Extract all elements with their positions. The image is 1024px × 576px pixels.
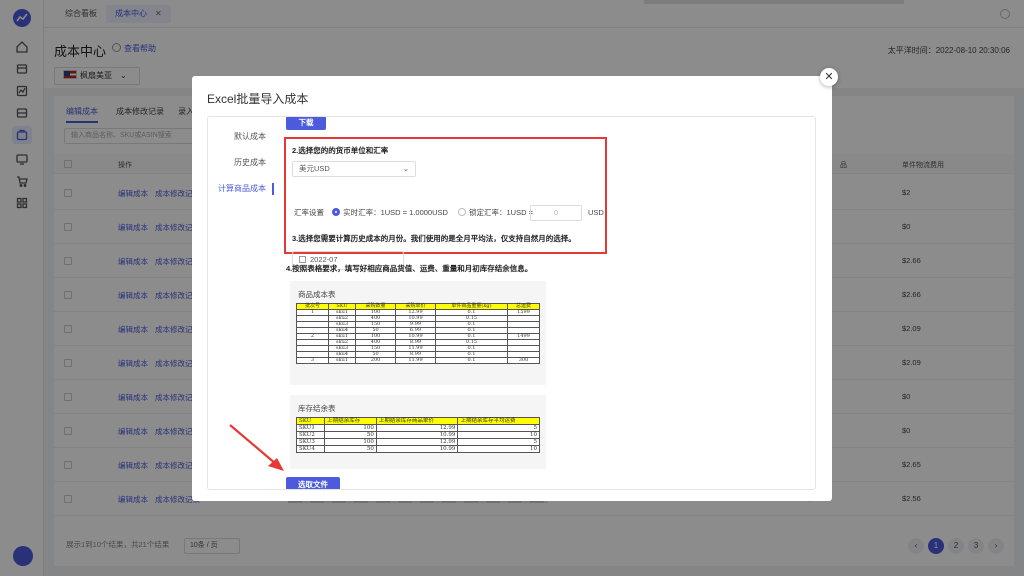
cost-table-panel: 商品成本表 批次号 SKU 采购数量 采购单价 单件商品重量(kg) 总运费 1… (290, 281, 546, 385)
cell: SKU4 (295, 445, 326, 453)
cell: 3 (296, 357, 329, 364)
menu-history-cost[interactable]: 历史成本 (234, 157, 266, 168)
modal-title: Excel批量导入成本 (207, 92, 309, 106)
cell: SKU (295, 417, 326, 425)
stock-table-title: 库存结余表 (298, 404, 336, 413)
menu-calc-cost[interactable]: 计算商品成本 (218, 183, 266, 194)
cell: 50 (324, 445, 377, 453)
cell: 50 (324, 431, 377, 439)
table-row: SKU1 100 12.99 5 (295, 424, 540, 432)
currency-select[interactable]: 美元USD ⌄ (292, 161, 416, 177)
red-arrow-annotation (229, 424, 284, 471)
cell: 100 (324, 438, 377, 446)
cell: SKU2 (295, 431, 326, 439)
radio-off-icon (458, 208, 467, 216)
cell: 300 (507, 357, 540, 364)
excel-import-modal: Excel批量导入成本 默认成本 历史成本 计算商品成本 下载 2.选择您的的货… (192, 76, 832, 501)
chevron-down-icon: ⌄ (402, 164, 409, 173)
cell: SKU1 (295, 424, 326, 432)
radio-on-icon (332, 208, 341, 216)
upload-file-button[interactable]: 选取文件 (286, 477, 340, 489)
modal-body: 默认成本 历史成本 计算商品成本 下载 2.选择您的的货币单位和汇率 美元USD… (207, 116, 816, 490)
fx-fixed-radio[interactable]: 锁定汇率：1USD = (458, 208, 533, 217)
cell: 10.99 (375, 431, 459, 439)
fx-live-label: 实时汇率：1USD = 1.0000USD (343, 208, 448, 217)
modal-close-button[interactable]: ✕ (820, 68, 838, 86)
cost-table-title: 商品成本表 (298, 290, 336, 299)
cell: 12.99 (375, 438, 459, 446)
cell: 10 (457, 445, 540, 453)
step2-label: 2.选择您的的货币单位和汇率 (292, 146, 389, 155)
cell: SKU3 (295, 438, 326, 446)
table-row: SKU3 100 12.99 5 (295, 438, 540, 446)
cell: 上期结余库存平均运费 (457, 417, 540, 425)
fx-fixed-label: 锁定汇率：1USD = (469, 208, 533, 217)
cell: 10.99 (375, 445, 459, 453)
active-menu-indicator (272, 183, 274, 195)
cell: 200 (355, 357, 397, 364)
cell: 0.1 (434, 357, 509, 364)
cell: 上期结余库存 (324, 417, 377, 425)
step4-label: 4.按照表格要求，填写好相应商品货值、运费、重量和月初库存结余信息。 (286, 264, 533, 273)
table-row: 3 sku1 200 11.99 0.1 300 (296, 357, 540, 364)
step3-label: 3.选择您需要计算历史成本的月份。我们使用的是全月平均法，仅支持自然月的选择。 (292, 234, 576, 243)
fx-live-radio[interactable]: 实时汇率：1USD = 1.0000USD (332, 208, 448, 217)
stock-table-sample: SKU 上期结余库存 上期结余库存商品单价 上期结余库存平均运费 SKU1 100… (295, 417, 540, 453)
cell: 11.99 (395, 357, 436, 364)
cell: 10 (457, 431, 540, 439)
cell: 上期结余库存商品单价 (375, 417, 459, 425)
cell: 100 (324, 424, 377, 432)
calendar-icon (299, 256, 306, 263)
cell: sku1 (327, 357, 357, 364)
download-button[interactable]: 下载 (286, 117, 326, 130)
menu-default-cost[interactable]: 默认成本 (234, 131, 266, 142)
table-row: SKU 上期结余库存 上期结余库存商品单价 上期结余库存平均运费 (295, 417, 540, 425)
cost-table-sample: 批次号 SKU 采购数量 采购单价 单件商品重量(kg) 总运费 1 sku1 10… (296, 303, 540, 364)
cell: 12.99 (375, 424, 459, 432)
table-row: SKU4 50 10.99 10 (295, 445, 540, 453)
stock-table-panel: 库存结余表 SKU 上期结余库存 上期结余库存商品单价 上期结余库存平均运费 S… (290, 395, 546, 469)
modal-content: 下载 2.选择您的的货币单位和汇率 美元USD ⌄ 汇率设置 实时汇率：1USD … (284, 117, 804, 489)
highlight-box: 2.选择您的的货币单位和汇率 美元USD ⌄ 汇率设置 实时汇率：1USD = 1… (284, 137, 607, 270)
fx-settings: 汇率设置 实时汇率：1USD = 1.0000USD 锁定汇率：1USD = (294, 207, 533, 218)
table-row: SKU2 50 10.99 10 (295, 431, 540, 439)
fx-unit: USD (588, 208, 604, 217)
currency-value: 美元USD (299, 164, 330, 173)
fx-rate-input[interactable]: 0 (530, 205, 582, 221)
cell: 5 (457, 424, 540, 432)
cell: 5 (457, 438, 540, 446)
fx-label: 汇率设置 (294, 208, 324, 217)
